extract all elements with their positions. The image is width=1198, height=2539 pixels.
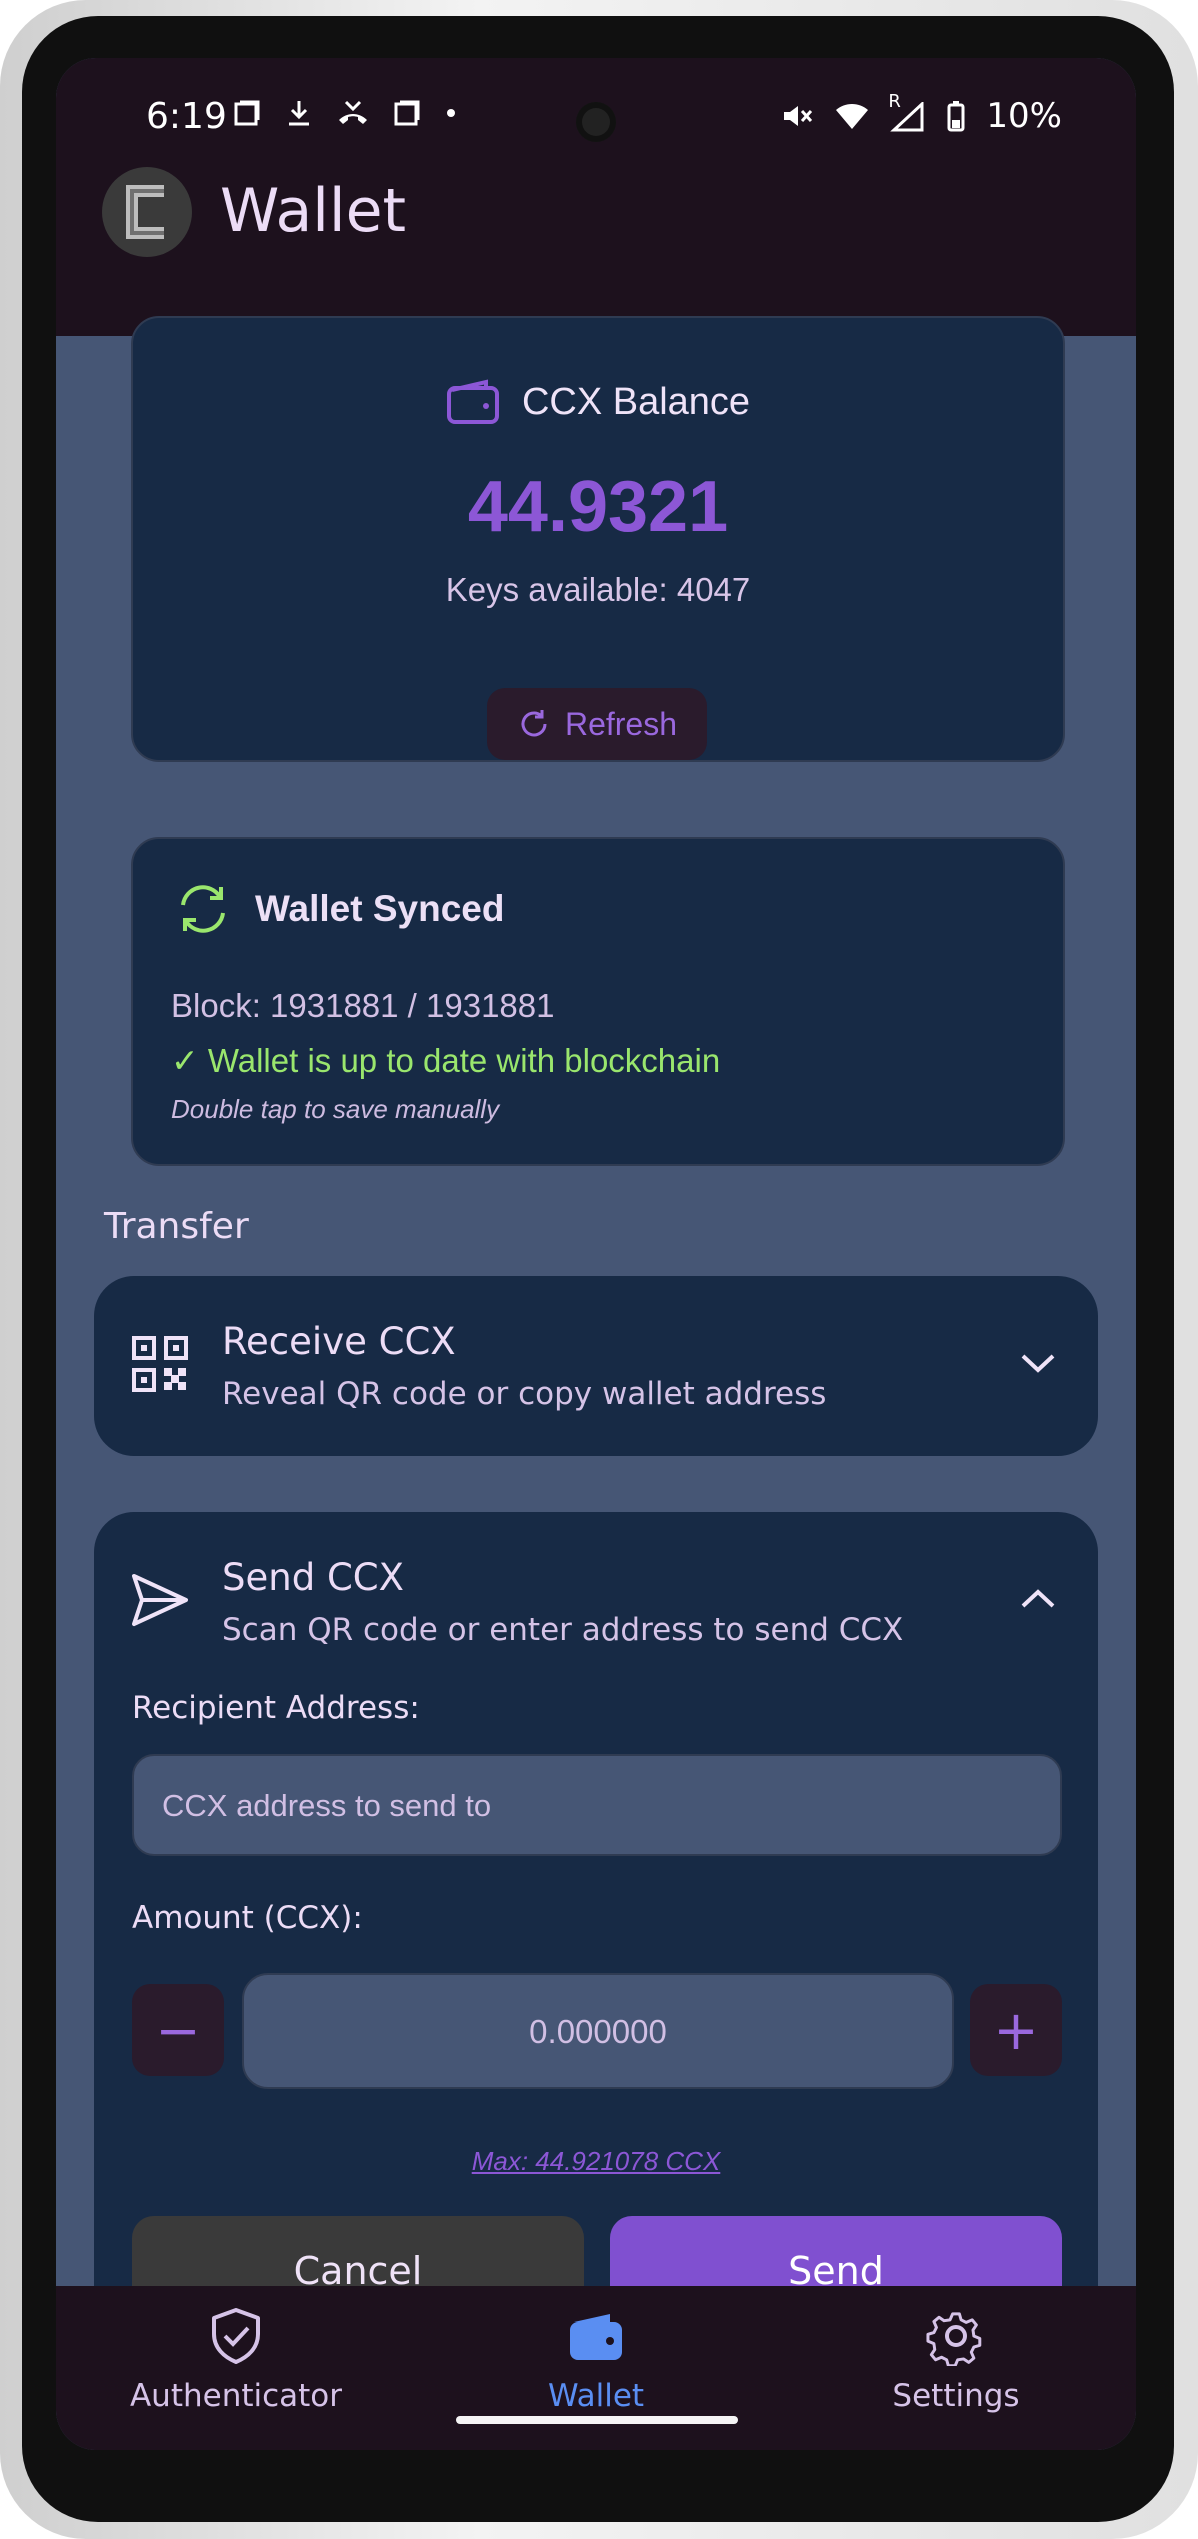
amount-value: 0.000000 [529, 2013, 667, 2050]
sync-hint: Double tap to save manually [171, 1094, 500, 1124]
refresh-label: Refresh [564, 705, 678, 742]
decrement-button[interactable]: − [132, 1984, 224, 2076]
download-icon [289, 101, 309, 126]
logo-glyph [126, 185, 164, 239]
nav-wallet[interactable]: Wallet [416, 2286, 776, 2450]
max-amount-link[interactable]: Max: 44.921078 CCX [94, 2146, 1098, 2177]
keys-available: Keys available: 4047 [445, 571, 751, 608]
front-camera [576, 102, 616, 142]
chevron-up-icon[interactable] [1018, 1584, 1058, 1614]
battery-percent: 10% [986, 96, 1062, 136]
nav-wallet-label: Wallet [547, 2378, 645, 2414]
sync-icon [181, 885, 225, 933]
bottom-nav: Authenticator Wallet Settings [56, 2286, 1136, 2450]
receive-subtitle: Reveal QR code or copy wallet address [222, 1376, 827, 1412]
signal-icon: R [888, 91, 926, 132]
sync-status: ✓ Wallet is up to date with blockchain [171, 1042, 721, 1079]
screenshot-icon-2 [394, 100, 420, 126]
recipient-placeholder: CCX address to send to [162, 1788, 492, 1823]
app-title: Wallet [220, 176, 407, 246]
wallet-icon [570, 2314, 622, 2360]
nav-authenticator[interactable]: Authenticator [56, 2286, 416, 2450]
balance-card: CCX Balance 44.9321 Keys available: 4047… [131, 316, 1065, 762]
status-time: 6:19 [146, 96, 227, 137]
increment-button[interactable]: + [970, 1984, 1062, 2076]
missed-call-icon [339, 100, 367, 124]
mute-icon [784, 106, 813, 126]
sync-header: Wallet Synced [173, 879, 504, 939]
app-logo [102, 167, 192, 257]
status-system-icons: R 10% [780, 91, 1062, 136]
roaming-badge: R [888, 91, 901, 112]
screenshot-icon [234, 100, 260, 126]
refresh-button[interactable]: Refresh [487, 688, 707, 760]
home-indicator[interactable] [456, 2416, 738, 2424]
sync-title: Wallet Synced [255, 888, 505, 929]
nav-settings-label: Settings [892, 2378, 1020, 2414]
receive-ccx-panel[interactable]: Receive CCX Reveal QR code or copy walle… [94, 1276, 1098, 1456]
recipient-address-input[interactable]: CCX address to send to [132, 1754, 1062, 1856]
nav-authenticator-label: Authenticator [129, 2378, 343, 2414]
wifi-icon [836, 104, 869, 129]
send-title: Send CCX [222, 1556, 404, 1599]
send-icon [132, 1574, 188, 1626]
battery-icon [947, 101, 965, 132]
nav-settings[interactable]: Settings [776, 2286, 1136, 2450]
sync-card[interactable]: Wallet Synced Block: 1931881 / 1931881 ✓… [131, 837, 1065, 1166]
app-bar [56, 158, 1136, 336]
send-subtitle: Scan QR code or enter address to send CC… [222, 1612, 904, 1648]
amount-label: Amount (CCX): [132, 1900, 363, 1936]
screen: 6:19 R 10% Wallet CCX Balance 44.9321 Ke… [56, 58, 1136, 2450]
status-notification-icons [232, 98, 458, 128]
transfer-section-label: Transfer [104, 1206, 249, 1247]
balance-title: CCX Balance [521, 380, 751, 423]
recipient-label: Recipient Address: [132, 1690, 420, 1726]
receive-title: Receive CCX [222, 1320, 456, 1363]
chevron-down-icon[interactable] [1018, 1348, 1058, 1378]
balance-header: CCX Balance [133, 378, 1063, 426]
shield-check-icon [212, 2308, 260, 2364]
gear-icon [926, 2312, 982, 2366]
qr-code-icon [132, 1336, 188, 1392]
dot-icon [447, 109, 455, 117]
wallet-icon [446, 379, 499, 424]
balance-amount: 44.9321 [467, 467, 729, 547]
refresh-icon [521, 710, 547, 737]
sync-block-height: Block: 1931881 / 1931881 [171, 987, 555, 1024]
amount-input[interactable]: 0.000000 [242, 1973, 954, 2089]
